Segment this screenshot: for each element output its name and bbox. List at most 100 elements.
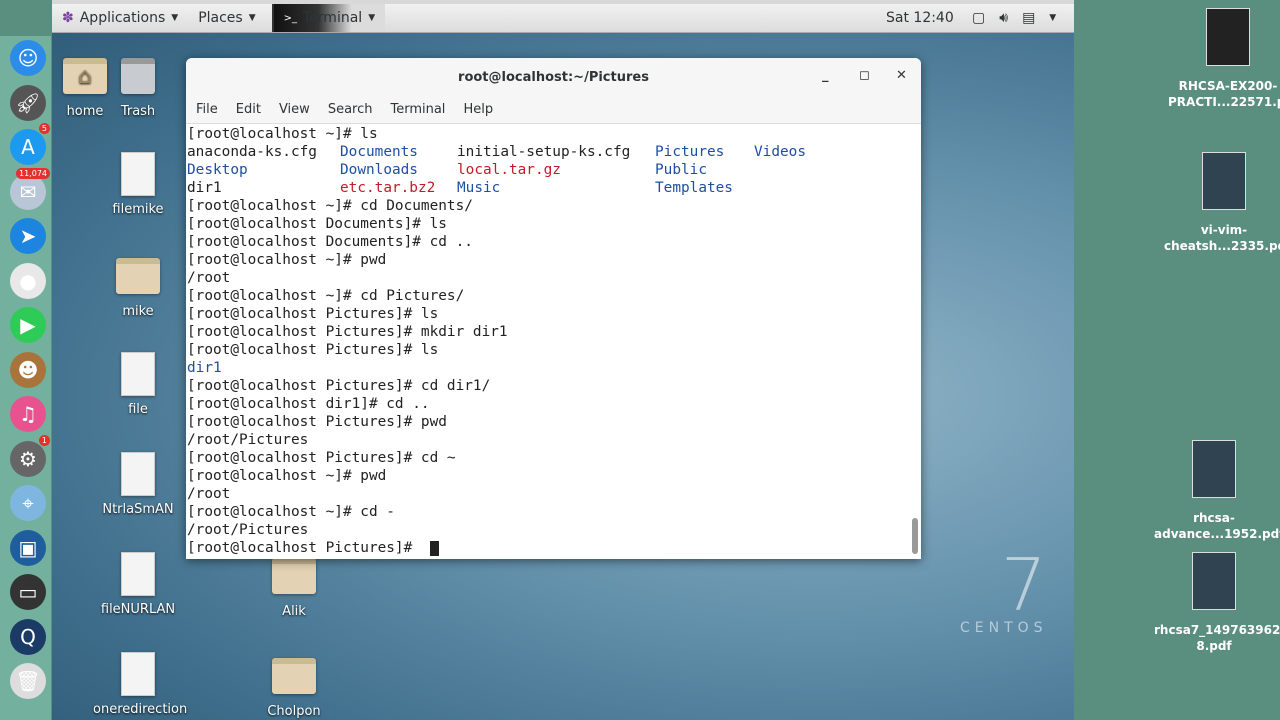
dock-virtualbox[interactable]: ▣ [10, 529, 46, 566]
terminal-text: Documents [340, 144, 418, 160]
minimize-button[interactable]: _ [822, 68, 829, 83]
desktop-icon-file[interactable]: file [93, 352, 183, 417]
terminal-app-menu[interactable]: >_ Terminal ▼ [271, 4, 386, 32]
terminal-text: [root@localhost ~]# cd - [187, 504, 395, 520]
title-bar[interactable]: root@localhost:~/Pictures _ ◻ ✕ [186, 58, 921, 96]
terminal-text: /root/Pictures [187, 432, 309, 448]
applications-label: Applications [79, 10, 166, 26]
quicktime-icon: Q [20, 624, 36, 649]
dock-chrome[interactable]: ● [10, 262, 46, 299]
terminal-text: [root@localhost Pictures]# cd dir1/ [187, 378, 491, 394]
terminal-icon: >_ [283, 12, 298, 24]
dock-maps[interactable]: ⌖ [10, 485, 46, 521]
maximize-button[interactable]: ◻ [859, 68, 870, 83]
terminal-text: Videos [754, 144, 806, 160]
menu-view[interactable]: View [271, 102, 318, 117]
terminal-text: [root@localhost ~]# pwd [187, 468, 387, 484]
menu-help[interactable]: Help [455, 102, 501, 117]
desktop-icon-label: Cholpon [267, 704, 321, 719]
menu-edit[interactable]: Edit [228, 102, 269, 117]
pdf-label: RHCSA-EX200-PRACTI...22571.pdf [1168, 79, 1280, 109]
trash-icon [121, 58, 155, 94]
cursor [430, 541, 439, 556]
desktop-icon-alik[interactable]: Alik [249, 552, 339, 619]
dock-mail[interactable]: ✉ 11,074 [10, 167, 50, 210]
desktop-icon-trash[interactable]: Trash [93, 52, 183, 119]
desktop-icon-mike[interactable]: mike [93, 252, 183, 319]
desktop-pdf[interactable]: vi-vim-cheatsh...2335.pdf [1164, 152, 1280, 254]
terminal-text: [root@localhost ~]# cd Documents/ [187, 198, 473, 214]
desktop-icon-label: oneredirection [93, 702, 188, 717]
close-button[interactable]: ✕ [896, 68, 907, 83]
pdf-thumbnail-icon [1206, 8, 1250, 66]
desktop-pdf[interactable]: rhcsa-advance...1952.pdf [1154, 440, 1280, 542]
terminal-text: [root@localhost ~]# pwd [187, 252, 387, 268]
clock[interactable]: Sat 12:40 [886, 10, 954, 26]
launchpad-icon: 🚀︎ [15, 90, 41, 115]
terminal-text: [root@localhost Pictures]# ls [187, 342, 439, 358]
terminal-text: [root@localhost Pictures]# pwd [187, 414, 447, 430]
desktop-icon-cholpon[interactable]: Cholpon [249, 652, 339, 719]
terminal-text: Pictures [655, 144, 725, 160]
file-icon [121, 652, 155, 696]
terminal-text: [root@localhost Pictures]# mkdir dir1 [187, 324, 508, 340]
desktop-icon-filenurlan[interactable]: fileNURLAN [93, 552, 183, 617]
badge: 11,074 [16, 167, 50, 179]
dock-facetime[interactable]: ▶ [10, 307, 46, 343]
dock-safari[interactable]: ➤ [10, 218, 46, 254]
terminal-text: anaconda-ks.cfg [187, 144, 317, 160]
volume-icon[interactable]: 🔊︎ [999, 10, 1008, 26]
applications-menu[interactable]: ✽ Applications ▼ [52, 4, 188, 32]
battery-icon[interactable]: ▤ [1022, 10, 1035, 26]
file-icon [121, 552, 155, 596]
pdf-label: rhcsa7_149763962 8.pdf [1154, 623, 1280, 653]
dock-system-preferences[interactable]: ⚙ 1 [10, 434, 50, 477]
terminal-window[interactable]: root@localhost:~/Pictures _ ◻ ✕ File Edit… [186, 58, 921, 559]
caret-down-icon: ▼ [248, 13, 256, 23]
terminal-text: [root@localhost dir1]# cd .. [187, 396, 430, 412]
dock-app-store[interactable]: A5 [10, 123, 50, 165]
places-menu[interactable]: Places ▼ [188, 4, 265, 32]
terminal-text: [root@localhost ~]# ls [187, 126, 378, 142]
centos-watermark: 7 CENTOS [960, 549, 1048, 636]
desktop-icon-label: mike [122, 304, 154, 319]
dock-trash[interactable]: 🗑︎ [10, 663, 46, 699]
caret-down-icon: ▼ [171, 13, 179, 23]
menu-search[interactable]: Search [320, 102, 381, 117]
terminal-text: Desktop [187, 162, 248, 178]
desktop-icon-oneredirection[interactable]: oneredirection [93, 652, 188, 717]
desktop-icon-label: NtrlaSmAN [102, 502, 174, 517]
menu-terminal[interactable]: Terminal [382, 102, 453, 117]
terminal-text: /root [187, 486, 231, 502]
contacts-icon: ☻ [17, 357, 39, 382]
maps-icon: ⌖ [22, 491, 34, 515]
finder-icon: ☺ [17, 46, 39, 70]
terminal-text: dir1 [187, 180, 222, 196]
dock-itunes[interactable]: ♫ [10, 396, 46, 432]
terminal-text: [root@localhost Documents]# cd .. [187, 234, 473, 250]
menu-file[interactable]: File [188, 102, 226, 117]
desktop-pdf[interactable]: RHCSA-EX200-PRACTI...22571.pdf [1168, 8, 1280, 110]
screen-icon[interactable]: ▢ [972, 10, 985, 26]
dock-contacts[interactable]: ☻ [10, 351, 46, 388]
desktop-icon-ntrlasman[interactable]: NtrlaSmAN [93, 452, 183, 517]
system-menu-caret-icon[interactable]: ▼ [1049, 13, 1056, 23]
chrome-icon: ● [19, 268, 37, 293]
dock-quicktime[interactable]: Q [10, 618, 46, 655]
scrollbar[interactable] [912, 518, 918, 554]
desktop-icon-filemike[interactable]: filemike [93, 152, 183, 217]
terminal-text: [root@localhost Pictures]# [187, 540, 421, 556]
safari-icon: ➤ [19, 224, 37, 248]
desktop-icon-label: fileNURLAN [100, 602, 176, 617]
desktop-icon-label: Trash [120, 104, 156, 119]
file-icon [121, 352, 155, 396]
window-title: root@localhost:~/Pictures [458, 69, 649, 85]
menu-bar: File Edit View Search Terminal Help [186, 96, 921, 124]
badge: 5 [38, 123, 50, 134]
virtualbox-icon: ▣ [18, 535, 38, 560]
file-icon [121, 152, 155, 196]
desktop-pdf[interactable]: rhcsa7_149763962 8.pdf [1154, 552, 1280, 654]
pdf-thumbnail-icon [1192, 552, 1236, 610]
pdf-thumbnail-icon [1192, 440, 1236, 498]
dock-screen-recorder[interactable]: ▭ [10, 574, 46, 610]
